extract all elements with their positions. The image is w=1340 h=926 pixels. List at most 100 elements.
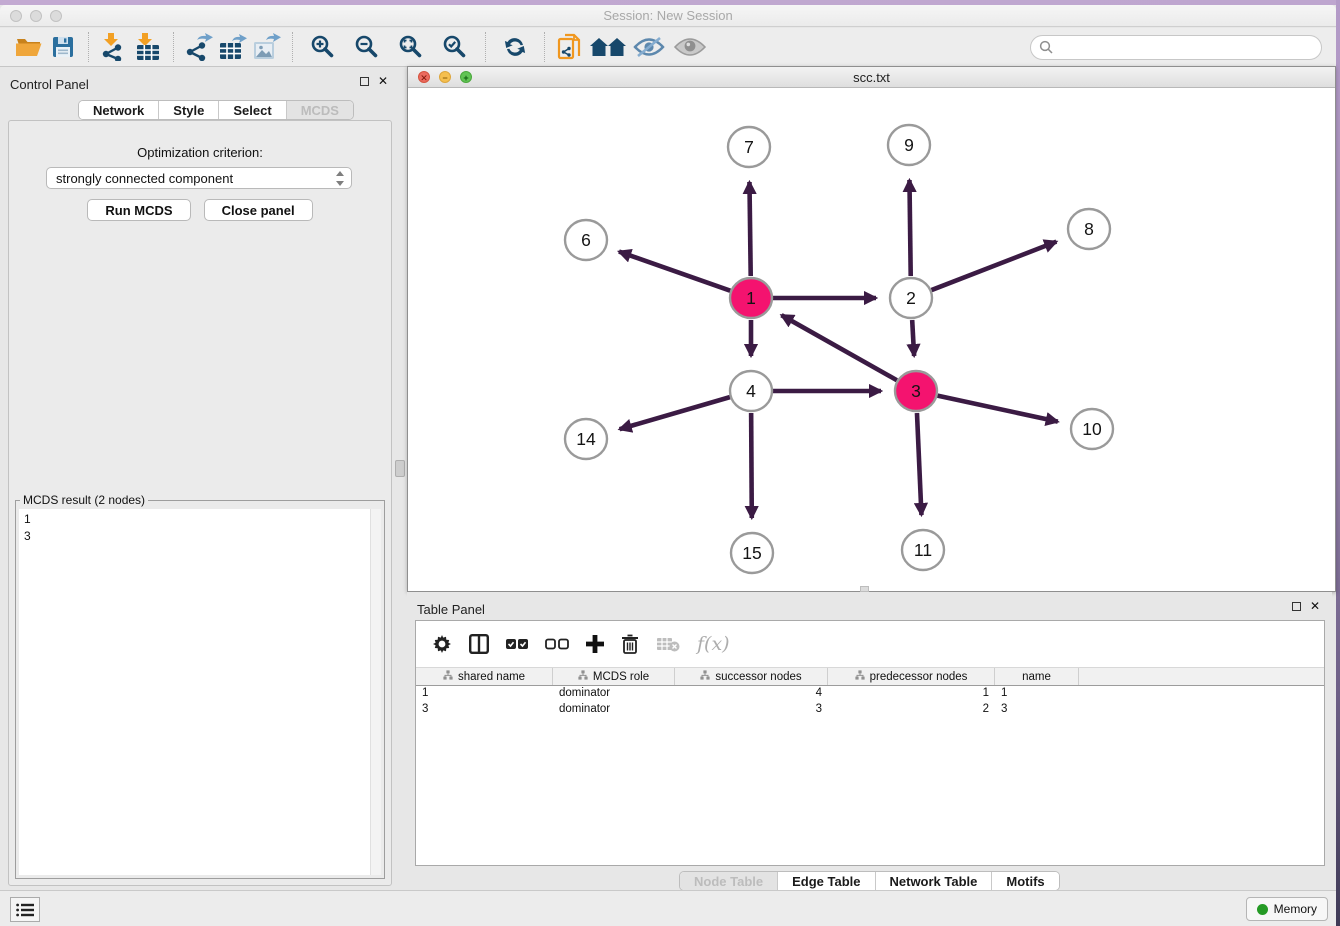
column-header-predecessor-nodes[interactable]: predecessor nodes: [828, 668, 995, 685]
table-row[interactable]: 1dominator411: [416, 686, 1324, 702]
open-session-icon[interactable]: [12, 31, 46, 63]
tab-motifs[interactable]: Motifs: [992, 872, 1058, 890]
hide-selected-eye-icon[interactable]: [629, 31, 669, 63]
close-panel-icon[interactable]: ✕: [378, 77, 388, 86]
result-scrollbar[interactable]: [370, 509, 381, 875]
import-network-icon[interactable]: [97, 31, 131, 63]
graph-edge-1-6[interactable]: [619, 252, 730, 291]
task-history-button[interactable]: [10, 897, 40, 922]
graph-node-7[interactable]: 7: [728, 127, 770, 167]
graph-edge-3-1[interactable]: [781, 315, 896, 380]
add-column-icon[interactable]: [586, 635, 604, 653]
graph-node-11[interactable]: 11: [902, 530, 944, 570]
control-panel-tabs: Network Style Select MCDS: [78, 100, 354, 120]
table-row[interactable]: 3dominator323: [416, 702, 1324, 718]
graph-edge-2-3[interactable]: [912, 320, 914, 356]
graph-edge-2-8[interactable]: [932, 242, 1057, 290]
close-table-panel-icon[interactable]: ✕: [1310, 602, 1320, 611]
dropdown-stepper-icon: [335, 170, 345, 190]
graph-edge-4-15[interactable]: [751, 413, 752, 518]
graph-node-15[interactable]: 15: [731, 533, 773, 573]
float-panel-icon[interactable]: [360, 77, 369, 86]
tab-network-table[interactable]: Network Table: [876, 872, 993, 890]
search-input[interactable]: [1030, 35, 1322, 60]
memory-button[interactable]: Memory: [1246, 897, 1328, 921]
table-cell[interactable]: 2: [828, 702, 995, 718]
table-cell[interactable]: 3: [416, 702, 553, 718]
table-header-row: shared nameMCDS rolesuccessor nodesprede…: [416, 667, 1324, 686]
tab-network[interactable]: Network: [79, 101, 159, 119]
graph-node-label: 6: [581, 230, 591, 250]
graph-edge-1-7[interactable]: [749, 182, 750, 276]
table-cell[interactable]: 4: [675, 686, 828, 702]
graph-node-2[interactable]: 2: [890, 278, 932, 318]
desktop-background-right: [1336, 0, 1340, 926]
toolbar-separator: [485, 32, 486, 62]
table-settings-gear-icon[interactable]: [432, 634, 452, 654]
graph-node-9[interactable]: 9: [888, 125, 930, 165]
app-window: Session: New Session: [0, 5, 1336, 926]
graph-edge-3-11[interactable]: [917, 413, 921, 515]
zoom-out-icon[interactable]: [350, 31, 384, 63]
show-eye-icon[interactable]: [669, 31, 711, 63]
graph-node-8[interactable]: 8: [1068, 209, 1110, 249]
table-panel: Table Panel ✕: [407, 592, 1332, 890]
graph-node-6[interactable]: 6: [565, 220, 607, 260]
table-cell[interactable]: 1: [995, 686, 1079, 702]
select-all-checkboxes-icon[interactable]: [506, 638, 528, 650]
tab-mcds[interactable]: MCDS: [287, 101, 353, 119]
criterion-dropdown[interactable]: strongly connected component: [46, 167, 352, 189]
table-cell[interactable]: 3: [675, 702, 828, 718]
delete-column-trash-icon[interactable]: [621, 634, 639, 654]
show-columns-icon[interactable]: [469, 634, 489, 654]
column-header-shared-name[interactable]: shared name: [416, 668, 553, 685]
node-table-container: f(x) shared nameMCDS rolesuccessor nodes…: [415, 620, 1325, 866]
graph-node-3[interactable]: 3: [895, 371, 937, 411]
graph-edge-3-10[interactable]: [938, 396, 1058, 422]
graph-node-label: 3: [911, 381, 921, 401]
graph-node-10[interactable]: 10: [1071, 409, 1113, 449]
tab-edge-table[interactable]: Edge Table: [778, 872, 875, 890]
table-cell[interactable]: dominator: [553, 686, 675, 702]
graph-node-1[interactable]: 1: [730, 278, 772, 318]
tab-style[interactable]: Style: [159, 101, 219, 119]
titlebar[interactable]: Session: New Session: [0, 5, 1336, 27]
search-field[interactable]: [1030, 35, 1322, 60]
node-table[interactable]: shared nameMCDS rolesuccessor nodesprede…: [416, 667, 1324, 718]
duplicate-network-icon[interactable]: [553, 31, 587, 63]
graph-node-label: 2: [906, 288, 916, 308]
table-cell[interactable]: 1: [416, 686, 553, 702]
zoom-fit-icon[interactable]: [394, 31, 428, 63]
graph-edge-4-14[interactable]: [620, 397, 730, 429]
network-graph[interactable]: 7 9 6 8 1 2 4 3 14 10 15 11: [408, 88, 1335, 591]
table-cell[interactable]: 3: [995, 702, 1079, 718]
export-table-icon[interactable]: [216, 31, 250, 63]
mcds-result-text[interactable]: 1 3: [19, 509, 381, 875]
column-header-successor-nodes[interactable]: successor nodes: [675, 668, 828, 685]
splitter-grip[interactable]: [395, 460, 405, 477]
close-panel-button[interactable]: Close panel: [204, 199, 313, 221]
export-image-icon[interactable]: [250, 31, 284, 63]
graph-node-label: 10: [1082, 419, 1102, 439]
deselect-all-checkboxes-icon[interactable]: [545, 638, 569, 650]
save-session-icon[interactable]: [46, 31, 80, 63]
network-canvas[interactable]: 7 9 6 8 1 2 4 3 14 10 15 11: [408, 88, 1335, 591]
import-table-icon[interactable]: [131, 31, 165, 63]
table-cell[interactable]: 1: [828, 686, 995, 702]
refresh-icon[interactable]: [498, 31, 532, 63]
float-table-panel-icon[interactable]: [1292, 602, 1301, 611]
network-window-titlebar[interactable]: ✕ − + scc.txt: [408, 67, 1335, 88]
graph-node-14[interactable]: 14: [565, 419, 607, 459]
graph-node-4[interactable]: 4: [730, 371, 772, 411]
home-icon[interactable]: [587, 31, 629, 63]
column-header-name[interactable]: name: [995, 668, 1079, 685]
zoom-selected-icon[interactable]: [438, 31, 472, 63]
export-network-icon[interactable]: [182, 31, 216, 63]
zoom-in-icon[interactable]: [306, 31, 340, 63]
graph-edge-2-9[interactable]: [909, 180, 910, 276]
table-cell[interactable]: dominator: [553, 702, 675, 718]
run-mcds-button[interactable]: Run MCDS: [87, 199, 190, 221]
tab-select[interactable]: Select: [219, 101, 286, 119]
tab-node-table[interactable]: Node Table: [680, 872, 778, 890]
column-header-MCDS-role[interactable]: MCDS role: [553, 668, 675, 685]
